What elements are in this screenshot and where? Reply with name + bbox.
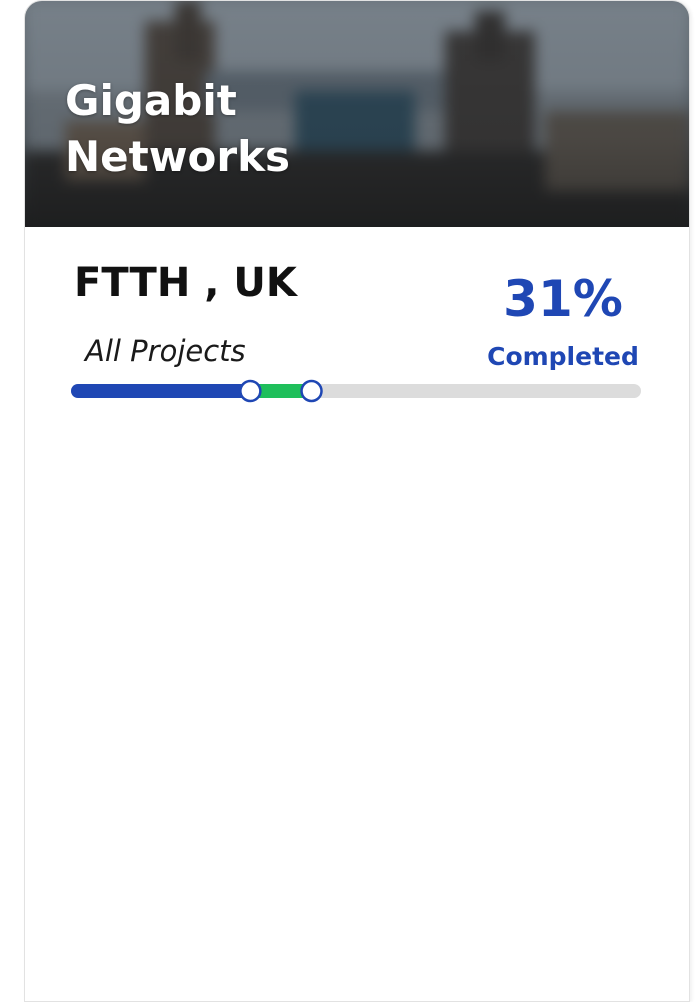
completion-percent: 31% [503, 270, 623, 328]
card-title: Gigabit Networks [65, 76, 291, 181]
project-title: FTTH , UK [74, 260, 297, 306]
progress-bar [71, 379, 641, 403]
progress-marker-in-progress [300, 379, 323, 403]
project-card[interactable]: Gigabit Networks FTTH , UK All Projects … [24, 0, 690, 1002]
hero-banner: Gigabit Networks [25, 1, 689, 227]
project-scope: All Projects [85, 334, 246, 368]
progress-marker-completed [239, 379, 262, 403]
